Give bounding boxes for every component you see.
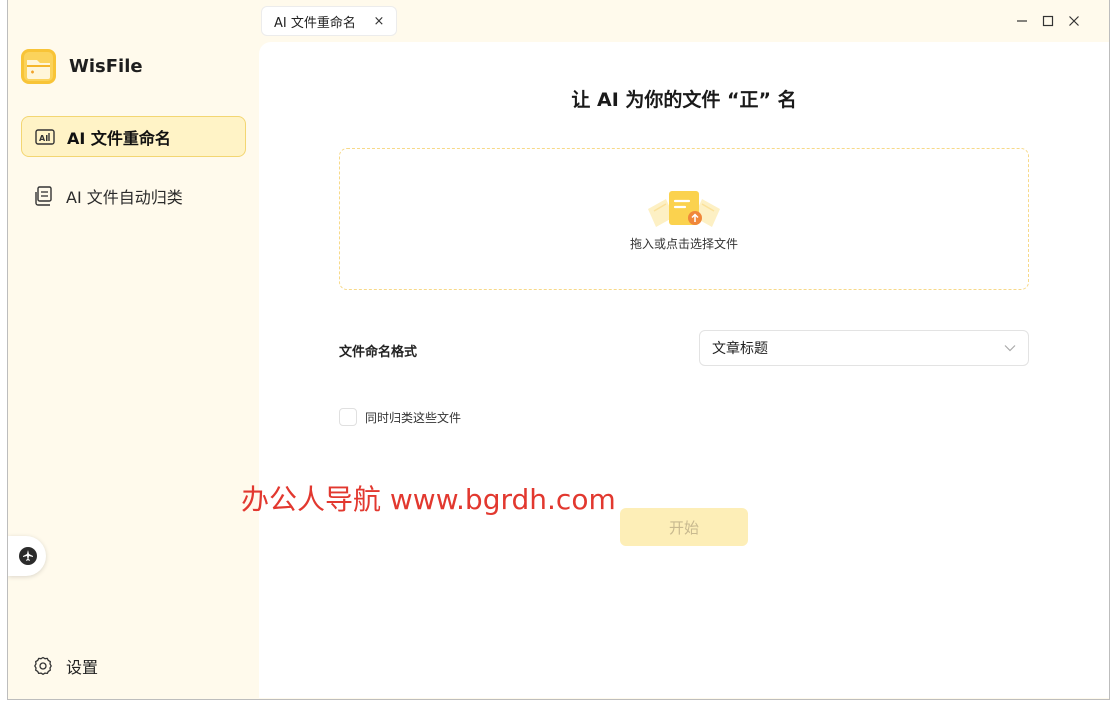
brand: WisFile — [20, 48, 143, 85]
gear-icon — [32, 655, 54, 677]
naming-format-label: 文件命名格式 — [339, 345, 418, 360]
wisfile-logo-icon — [21, 49, 56, 84]
naming-format-value: 文章标题 — [712, 341, 768, 357]
tab-close-icon[interactable]: × — [372, 14, 386, 29]
file-upload-icon — [648, 191, 720, 227]
sidebar-item-ai-classify[interactable]: AI 文件自动归类 — [21, 175, 246, 216]
close-button[interactable] — [1061, 8, 1087, 34]
classify-checkbox-row: 同时归类这些文件 — [339, 408, 461, 426]
title-bar: AI 文件重命名 × — [8, 0, 1109, 42]
ai-classify-icon — [34, 185, 54, 206]
app-window: WisFile AI AI 文件重命名 AI 文件自动归类 设置 AI 文件重命… — [7, 0, 1110, 700]
dropzone-hint: 拖入或点击选择文件 — [629, 237, 738, 251]
close-icon — [1069, 16, 1079, 26]
sidebar-item-label: AI 文件重命名 — [67, 128, 171, 148]
sidebar: WisFile AI AI 文件重命名 AI 文件自动归类 设置 — [8, 0, 259, 699]
svg-text:AI: AI — [39, 134, 48, 143]
start-button[interactable]: 开始 — [620, 508, 748, 546]
sidebar-item-ai-rename[interactable]: AI AI 文件重命名 — [21, 116, 246, 157]
classify-checkbox[interactable] — [339, 408, 357, 426]
window-controls — [1009, 0, 1109, 42]
file-dropzone[interactable]: 拖入或点击选择文件 — [339, 148, 1029, 290]
app-name: WisFile — [69, 56, 143, 77]
minimize-icon — [1017, 20, 1027, 22]
page-title: 让 AI 为你的文件 “正” 名 — [571, 89, 797, 111]
settings-label: 设置 — [66, 658, 99, 677]
main-panel: 让 AI 为你的文件 “正” 名 拖入或点击选择文件 文件命名格式 文章标题 同… — [259, 42, 1109, 698]
maximize-icon — [1042, 15, 1054, 27]
tab-label: AI 文件重命名 — [274, 15, 356, 31]
chevron-down-icon — [1004, 345, 1016, 352]
tab-ai-rename[interactable]: AI 文件重命名 × — [261, 6, 397, 36]
ai-rename-icon: AI — [35, 127, 55, 147]
airplane-icon — [19, 547, 37, 565]
settings-button[interactable]: 设置 — [32, 654, 98, 678]
watermark-text: 办公人导航 www.bgrdh.com — [241, 483, 616, 516]
minimize-button[interactable] — [1009, 8, 1035, 34]
naming-format-select[interactable]: 文章标题 — [699, 330, 1029, 366]
airplane-float-button[interactable] — [8, 536, 46, 576]
classify-checkbox-label[interactable]: 同时归类这些文件 — [365, 409, 461, 426]
sidebar-item-label: AI 文件自动归类 — [66, 187, 183, 207]
maximize-button[interactable] — [1035, 8, 1061, 34]
